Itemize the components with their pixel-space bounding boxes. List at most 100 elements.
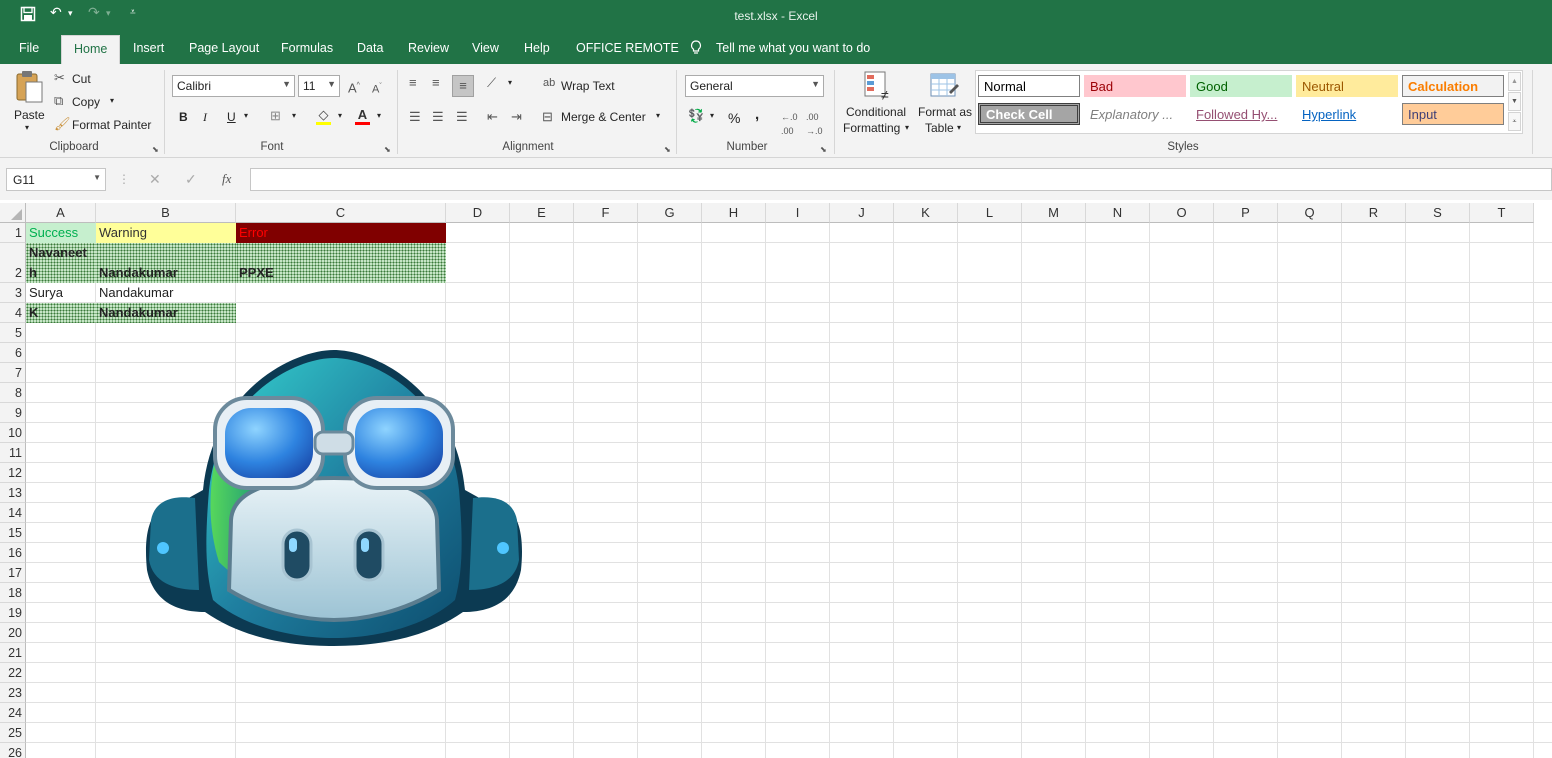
row-header-6[interactable]: 6 bbox=[0, 343, 26, 363]
row-header-24[interactable]: 24 bbox=[0, 703, 26, 723]
column-header-e[interactable]: E bbox=[510, 203, 574, 223]
align-bottom-icon[interactable]: ≡ bbox=[452, 75, 474, 97]
worksheet-grid[interactable]: ABCDEFGHIJKLMNOPQRST 1 2 3 4 5 6 7 8 9 10 11 12 13 14… bbox=[0, 203, 1552, 758]
cancel-icon[interactable]: ✕ bbox=[149, 172, 161, 186]
align-right-icon[interactable]: ☰ bbox=[456, 110, 468, 124]
row-header-1[interactable]: 1 bbox=[0, 223, 26, 243]
accounting-dropdown-icon[interactable]: ▾ bbox=[710, 111, 714, 120]
column-header-f[interactable]: F bbox=[574, 203, 638, 223]
merge-center-button[interactable]: Merge & Center bbox=[561, 110, 646, 124]
increase-indent-icon[interactable]: ⇥ bbox=[511, 110, 522, 124]
row-header-23[interactable]: 23 bbox=[0, 683, 26, 703]
merge-dropdown-icon[interactable]: ▾ bbox=[656, 111, 660, 120]
row-header-3[interactable]: 3 bbox=[0, 283, 26, 303]
cell-a4[interactable]: K bbox=[26, 303, 96, 323]
style-hyperlink[interactable]: Hyperlink bbox=[1296, 103, 1398, 125]
italic-button[interactable]: I bbox=[203, 110, 207, 125]
row-header-19[interactable]: 19 bbox=[0, 603, 26, 623]
cell-c1[interactable]: Error bbox=[236, 223, 446, 243]
gallery-scroll-down[interactable]: ▼ bbox=[1508, 92, 1521, 111]
copilot-mascot-image[interactable] bbox=[143, 350, 525, 646]
tab-review[interactable]: Review bbox=[408, 41, 449, 55]
row-header-4[interactable]: 4 bbox=[0, 303, 26, 323]
column-header-r[interactable]: R bbox=[1342, 203, 1406, 223]
increase-font-icon[interactable]: A^ bbox=[348, 79, 360, 95]
align-middle-icon[interactable]: ≡ bbox=[432, 76, 440, 90]
row-header-9[interactable]: 9 bbox=[0, 403, 26, 423]
number-launcher-icon[interactable]: ⬊ bbox=[820, 143, 827, 157]
tab-view[interactable]: View bbox=[472, 41, 499, 55]
percent-style-button[interactable]: % bbox=[728, 110, 740, 126]
row-header-7[interactable]: 7 bbox=[0, 363, 26, 383]
cell-b4[interactable]: Nandakumar bbox=[96, 303, 236, 323]
row-header-13[interactable]: 13 bbox=[0, 483, 26, 503]
formula-input[interactable] bbox=[250, 168, 1552, 191]
column-header-q[interactable]: Q bbox=[1278, 203, 1342, 223]
cell-c2[interactable]: PPXE bbox=[236, 243, 446, 283]
column-header-c[interactable]: C bbox=[236, 203, 446, 223]
gallery-scroll-up[interactable]: ▲ bbox=[1508, 72, 1521, 91]
copy-dropdown-icon[interactable]: ▾ bbox=[110, 96, 114, 105]
format-painter-button[interactable]: Format Painter bbox=[72, 118, 151, 132]
name-box[interactable]: G11 ▼ bbox=[6, 168, 106, 191]
tab-home[interactable]: Home bbox=[61, 35, 121, 64]
fill-color-dropdown-icon[interactable]: ▾ bbox=[338, 111, 342, 120]
align-top-icon[interactable]: ≡ bbox=[409, 76, 417, 90]
align-center-icon[interactable]: ☰ bbox=[432, 110, 444, 124]
tab-help[interactable]: Help bbox=[524, 41, 550, 55]
column-header-m[interactable]: M bbox=[1022, 203, 1086, 223]
cell-b3[interactable]: Nandakumar bbox=[96, 283, 236, 303]
decrease-decimal-icon[interactable]: .00 →.0 bbox=[806, 110, 823, 138]
row-header-10[interactable]: 10 bbox=[0, 423, 26, 443]
enter-icon[interactable]: ✓ bbox=[185, 172, 197, 186]
row-header-18[interactable]: 18 bbox=[0, 583, 26, 603]
accounting-format-icon[interactable]: 💱 bbox=[688, 109, 704, 123]
row-header-21[interactable]: 21 bbox=[0, 643, 26, 663]
style-explanatory[interactable]: Explanatory ... bbox=[1084, 103, 1186, 125]
style-followed-hyperlink[interactable]: Followed Hy... bbox=[1190, 103, 1292, 125]
wrap-text-button[interactable]: Wrap Text bbox=[561, 79, 615, 93]
tab-file[interactable]: File bbox=[19, 41, 39, 55]
row-header-26[interactable]: 26 bbox=[0, 743, 26, 758]
column-header-d[interactable]: D bbox=[446, 203, 510, 223]
font-launcher-icon[interactable]: ⬊ bbox=[384, 143, 391, 157]
style-calculation[interactable]: Calculation bbox=[1402, 75, 1504, 97]
row-header-25[interactable]: 25 bbox=[0, 723, 26, 743]
style-bad[interactable]: Bad bbox=[1084, 75, 1186, 97]
row-header-16[interactable]: 16 bbox=[0, 543, 26, 563]
align-left-icon[interactable]: ☰ bbox=[409, 110, 421, 124]
font-color-dropdown-icon[interactable]: ▾ bbox=[377, 111, 381, 120]
column-header-i[interactable]: I bbox=[766, 203, 830, 223]
font-name-combo[interactable]: Calibri ▼ bbox=[172, 75, 295, 97]
font-color-icon[interactable]: A bbox=[355, 108, 370, 125]
decrease-font-icon[interactable]: Aˇ bbox=[372, 80, 382, 97]
borders-dropdown-icon[interactable]: ▾ bbox=[292, 111, 296, 120]
alignment-launcher-icon[interactable]: ⬊ bbox=[664, 143, 671, 157]
style-input[interactable]: Input bbox=[1402, 103, 1504, 125]
row-header-12[interactable]: 12 bbox=[0, 463, 26, 483]
column-header-j[interactable]: J bbox=[830, 203, 894, 223]
row-header-20[interactable]: 20 bbox=[0, 623, 26, 643]
clipboard-launcher-icon[interactable]: ⬊ bbox=[152, 143, 159, 157]
row-header-22[interactable]: 22 bbox=[0, 663, 26, 683]
row-header-5[interactable]: 5 bbox=[0, 323, 26, 343]
insert-function-icon[interactable]: fx bbox=[222, 172, 231, 186]
copy-button[interactable]: Copy bbox=[72, 95, 100, 109]
style-good[interactable]: Good bbox=[1190, 75, 1292, 97]
borders-icon[interactable]: ⊞ bbox=[270, 109, 281, 123]
style-check-cell[interactable]: Check Cell bbox=[978, 103, 1080, 125]
column-header-g[interactable]: G bbox=[638, 203, 702, 223]
font-size-combo[interactable]: 11 ▼ bbox=[298, 75, 340, 97]
underline-button[interactable]: U bbox=[227, 110, 236, 124]
tell-me-search[interactable]: Tell me what you want to do bbox=[716, 41, 870, 55]
cell-b2[interactable]: Nandakumar bbox=[96, 243, 236, 283]
tab-insert[interactable]: Insert bbox=[133, 41, 164, 55]
tab-office-remote[interactable]: OFFICE REMOTE bbox=[576, 41, 679, 55]
column-header-a[interactable]: A bbox=[26, 203, 96, 223]
tab-data[interactable]: Data bbox=[357, 41, 383, 55]
column-header-o[interactable]: O bbox=[1150, 203, 1214, 223]
increase-decimal-icon[interactable]: ←.0.00 bbox=[781, 110, 798, 138]
cell-b1[interactable]: Warning bbox=[96, 223, 236, 243]
orientation-icon[interactable]: ⟋ bbox=[487, 76, 496, 90]
underline-dropdown-icon[interactable]: ▾ bbox=[244, 111, 248, 120]
